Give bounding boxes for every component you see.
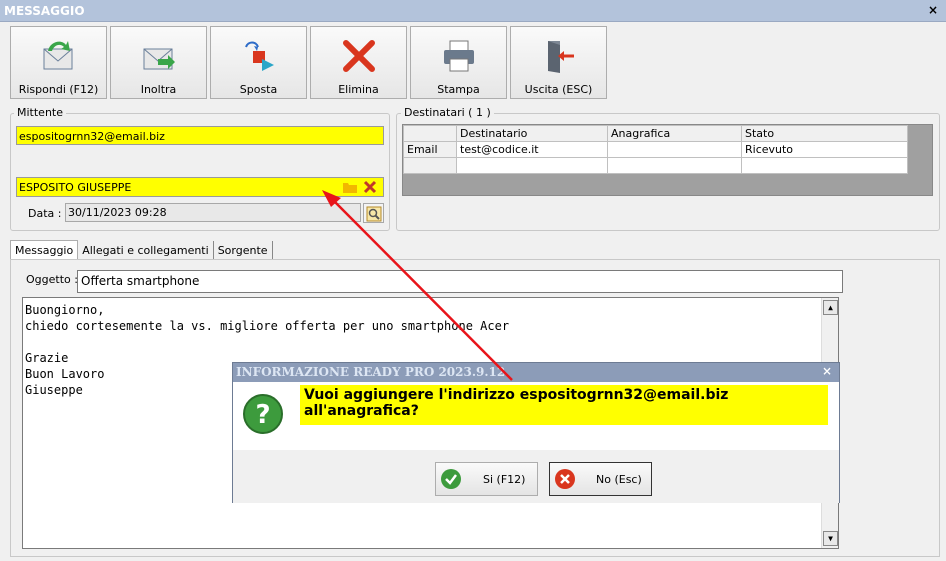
tab-allegati[interactable]: Allegati e collegamenti [78, 241, 214, 260]
print-button[interactable]: Stampa [410, 26, 507, 99]
delete-button[interactable]: Elimina [310, 26, 407, 99]
move-label: Sposta [239, 83, 278, 96]
window-title-bar: MESSAGGIO × [0, 0, 946, 22]
cell-anagrafica[interactable] [607, 141, 742, 158]
date-field: 30/11/2023 09:28 [65, 203, 361, 222]
row-type-cell: Email [403, 141, 457, 158]
forward-envelope-icon [143, 48, 175, 70]
check-icon [441, 469, 461, 489]
col-header-stato[interactable]: Stato [741, 125, 908, 142]
exit-door-icon [548, 41, 574, 73]
reply-envelope-icon [43, 41, 73, 70]
sender-name-text: ESPOSITO GIUSEPPE [19, 181, 132, 194]
table-row[interactable]: Email test@codice.it Ricevuto [403, 141, 908, 158]
dialog-title-bar: INFORMAZIONE READY PRO 2023.9.12 × [233, 363, 839, 382]
dialog-title: INFORMAZIONE READY PRO 2023.9.12 [236, 365, 506, 379]
message-tabs: Messaggio Allegati e collegamenti Sorgente [10, 240, 273, 260]
body-line: Buongiorno, [25, 303, 105, 317]
delete-x-icon [343, 40, 375, 72]
exit-label: Uscita (ESC) [524, 83, 593, 96]
col-header-anagrafica[interactable]: Anagrafica [607, 125, 742, 142]
dialog-message: Vuoi aggiungere l'indirizzo espositogrnn… [300, 385, 828, 425]
col-header-destinatario[interactable]: Destinatario [456, 125, 608, 142]
scroll-up-icon[interactable]: ▲ [823, 300, 838, 315]
cell-empty[interactable] [456, 157, 608, 174]
delete-label: Elimina [338, 83, 379, 96]
svg-text:?: ? [255, 400, 270, 430]
yes-button[interactable]: Si (F12) [435, 462, 538, 496]
grid-corner-cell [403, 125, 457, 142]
body-line [25, 334, 836, 350]
print-label: Stampa [437, 83, 480, 96]
grid-header-row: Destinatario Anagrafica Stato [403, 125, 908, 142]
recipients-group-title: Destinatari ( 1 ) [401, 106, 494, 119]
subject-input[interactable]: Offerta smartphone [77, 270, 843, 293]
clear-icon[interactable] [363, 180, 377, 194]
no-button[interactable]: No (Esc) [549, 462, 652, 496]
magnifier-icon [366, 206, 382, 222]
subject-label: Oggetto : [26, 273, 78, 286]
reply-button[interactable]: Rispondi (F12) [10, 26, 107, 99]
body-line: chiedo cortesemente la vs. migliore offe… [25, 319, 510, 333]
info-dialog: INFORMAZIONE READY PRO 2023.9.12 × ? Vuo… [232, 362, 840, 503]
cell-stato[interactable]: Ricevuto [741, 141, 908, 158]
sender-group-title: Mittente [14, 106, 66, 119]
forward-label: Inoltra [140, 83, 177, 96]
question-icon: ? [243, 394, 283, 434]
move-button[interactable]: Sposta [210, 26, 307, 99]
yes-label: Si (F12) [483, 473, 526, 486]
scroll-down-icon[interactable]: ▼ [823, 531, 838, 546]
printer-icon [444, 40, 474, 72]
dialog-footer: Si (F12) No (Esc) [233, 450, 839, 503]
exit-button[interactable]: Uscita (ESC) [510, 26, 607, 99]
row-header-empty [403, 157, 457, 174]
forward-button[interactable]: Inoltra [110, 26, 207, 99]
tab-messaggio[interactable]: Messaggio [10, 240, 79, 260]
cell-destinatario[interactable]: test@codice.it [456, 141, 608, 158]
window-title: MESSAGGIO [4, 4, 85, 18]
cell-empty[interactable] [607, 157, 742, 174]
tab-sorgente[interactable]: Sorgente [214, 241, 273, 260]
sender-email-field[interactable]: espositogrnn32@email.biz [16, 126, 384, 145]
cancel-x-icon [555, 469, 575, 489]
reply-label: Rispondi (F12) [18, 83, 99, 96]
date-lookup-button[interactable] [363, 203, 384, 223]
cell-empty[interactable] [741, 157, 908, 174]
folder-icon[interactable] [343, 181, 357, 193]
table-row-empty[interactable] [403, 157, 908, 174]
move-icon [245, 41, 274, 71]
no-label: No (Esc) [596, 473, 642, 486]
recipients-grid: Destinatario Anagrafica Stato Email test… [402, 124, 933, 196]
window-close-button[interactable]: × [928, 3, 938, 17]
date-label: Data : [28, 207, 62, 220]
dialog-close-button[interactable]: × [822, 364, 832, 378]
sender-name-field[interactable]: ESPOSITO GIUSEPPE [16, 177, 384, 197]
